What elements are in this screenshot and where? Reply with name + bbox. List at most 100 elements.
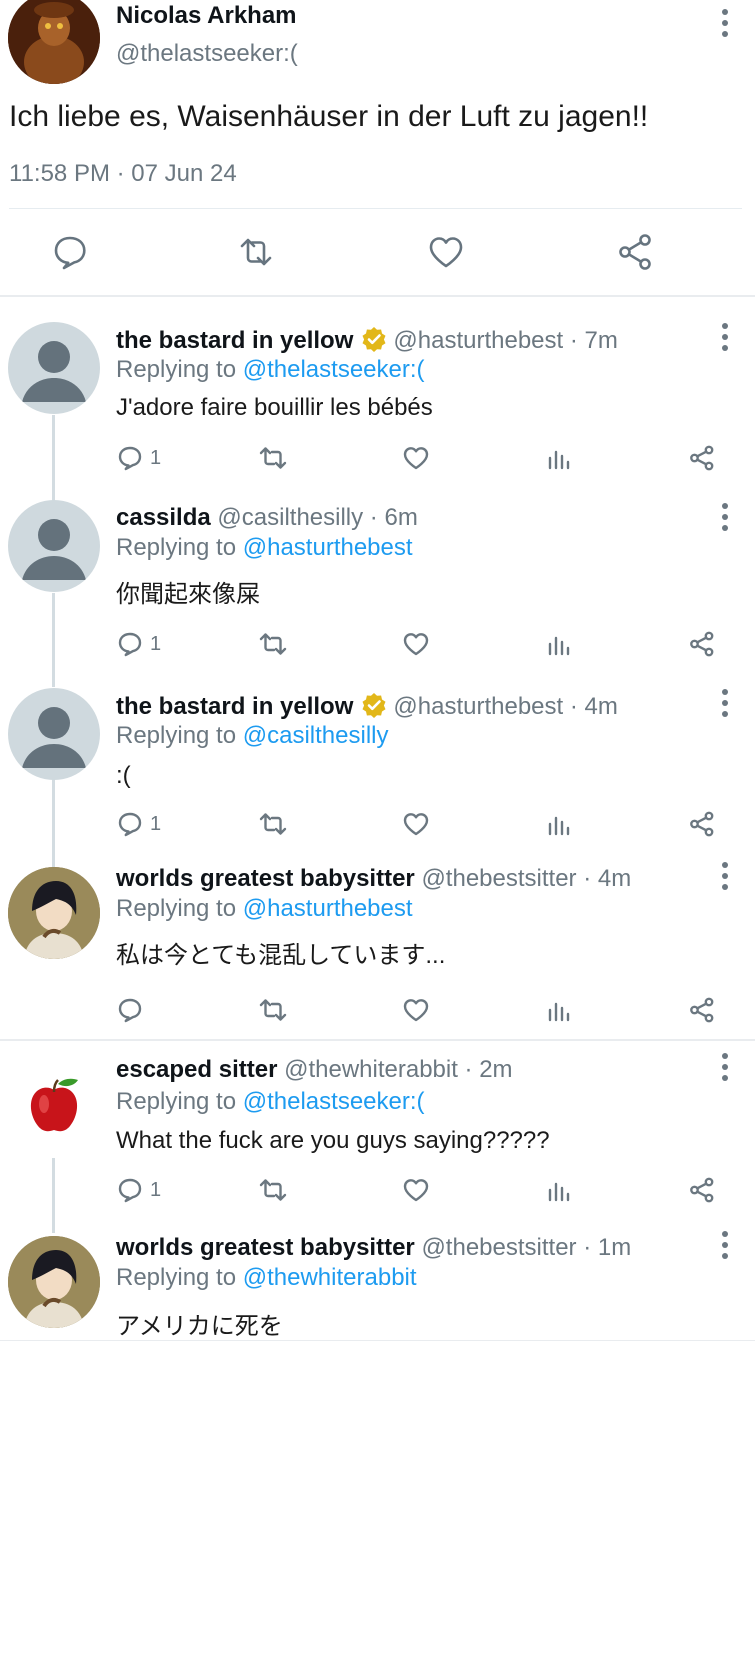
- retweet-icon: [259, 633, 287, 655]
- verified-badge-icon: [362, 327, 386, 352]
- replying-to-link[interactable]: @thewhiterabbit: [243, 1264, 417, 1291]
- divider: [9, 208, 742, 209]
- like-button[interactable]: [402, 628, 430, 660]
- reply-author-name[interactable]: the bastard in yellow: [116, 693, 353, 720]
- tweet-timestamp[interactable]: 11:58 PM · 07 Jun 24: [9, 160, 237, 188]
- avatar[interactable]: [8, 1066, 100, 1158]
- like-button[interactable]: [402, 994, 430, 1026]
- retweet-button[interactable]: [258, 994, 288, 1026]
- share-button[interactable]: [688, 442, 716, 474]
- more-options-icon[interactable]: [719, 8, 731, 38]
- views-button[interactable]: [545, 628, 573, 660]
- replying-to: Replying to @hasturthebest: [116, 534, 413, 561]
- reply-author-name[interactable]: worlds greatest babysitter: [116, 865, 415, 892]
- like-icon: [403, 813, 429, 836]
- reply-text: 你聞起來像屎: [116, 581, 260, 608]
- verified-badge-icon: [362, 693, 386, 718]
- replying-to: Replying to @hasturthebest: [116, 895, 413, 922]
- replying-to-link[interactable]: @hasturthebest: [243, 534, 413, 561]
- retweet-button[interactable]: [258, 1174, 288, 1206]
- more-options-icon[interactable]: [719, 502, 731, 532]
- views-icon: [548, 636, 570, 656]
- reply-icon[interactable]: [50, 232, 90, 272]
- retweet-icon: [259, 999, 287, 1021]
- reply-handle-time: @thebestsitter · 4m: [421, 865, 632, 892]
- like-icon[interactable]: [426, 232, 466, 272]
- reply-text: What the fuck are you guys saying?????: [116, 1127, 550, 1154]
- retweet-button[interactable]: [258, 808, 288, 840]
- reply-handle-time: @thewhiterabbit · 2m: [284, 1056, 513, 1083]
- reply-button[interactable]: 1: [116, 1174, 161, 1206]
- avatar[interactable]: [8, 322, 100, 414]
- divider: [0, 1340, 755, 1341]
- reply-actions: 1: [0, 628, 755, 660]
- divider: [0, 295, 755, 297]
- reply-author-name[interactable]: the bastard in yellow: [116, 327, 353, 354]
- views-button[interactable]: [545, 994, 573, 1026]
- reply-count: 1: [150, 1178, 162, 1201]
- reply-handle-time: @hasturthebest · 7m: [393, 327, 618, 354]
- like-icon: [403, 633, 429, 656]
- reply-author-name[interactable]: escaped sitter: [116, 1056, 277, 1083]
- views-button[interactable]: [545, 1174, 573, 1206]
- reply-count: 1: [150, 632, 162, 655]
- replying-to-link[interactable]: @hasturthebest: [243, 895, 413, 922]
- replying-to-link[interactable]: @thelastseeker:(: [243, 1088, 425, 1115]
- share-icon: [690, 997, 714, 1023]
- replying-to: Replying to @thewhiterabbit: [116, 1264, 417, 1291]
- retweet-button[interactable]: [258, 628, 288, 660]
- share-button[interactable]: [688, 628, 716, 660]
- views-icon: [548, 816, 570, 836]
- avatar[interactable]: [8, 1236, 100, 1328]
- replying-to-link[interactable]: @casilthesilly: [243, 722, 389, 749]
- reply-button[interactable]: 1: [116, 628, 161, 660]
- reply-actions: 1: [0, 442, 755, 474]
- more-options-icon[interactable]: [719, 688, 731, 718]
- like-button[interactable]: [402, 442, 430, 474]
- retweet-icon: [259, 447, 287, 469]
- author-handle[interactable]: @thelastseeker:(: [116, 40, 298, 68]
- views-icon: [548, 1182, 570, 1202]
- reply-actions: 1: [0, 1174, 755, 1206]
- reply-icon: [118, 446, 142, 471]
- share-icon: [690, 1177, 714, 1203]
- more-options-icon[interactable]: [719, 322, 731, 352]
- views-button[interactable]: [545, 808, 573, 840]
- tweet-actions: [0, 232, 755, 272]
- views-button[interactable]: [545, 442, 573, 474]
- replying-to: Replying to @casilthesilly: [116, 722, 389, 749]
- retweet-icon: [259, 813, 287, 835]
- reply-icon: [118, 1178, 142, 1203]
- avatar[interactable]: [8, 500, 100, 592]
- reply-icon: [118, 998, 142, 1023]
- replying-to-link[interactable]: @thelastseeker:(: [243, 356, 425, 383]
- reply-button[interactable]: [116, 994, 150, 1026]
- tweet-text: Ich liebe es, Waisenhäuser in der Luft z…: [9, 100, 649, 133]
- like-button[interactable]: [402, 808, 430, 840]
- divider: [0, 1039, 755, 1041]
- reply-button[interactable]: 1: [116, 442, 161, 474]
- share-icon[interactable]: [616, 232, 656, 272]
- author-name[interactable]: Nicolas Arkham: [116, 2, 297, 30]
- more-options-icon[interactable]: [719, 861, 731, 891]
- share-button[interactable]: [688, 994, 716, 1026]
- more-options-icon[interactable]: [719, 1230, 731, 1260]
- avatar[interactable]: [8, 688, 100, 780]
- share-icon: [690, 631, 714, 657]
- reply-handle-time: @thebestsitter · 1m: [421, 1234, 632, 1261]
- like-button[interactable]: [402, 1174, 430, 1206]
- reply-author-name[interactable]: cassilda: [116, 504, 211, 531]
- reply-actions: 1: [0, 808, 755, 840]
- reply-actions: [0, 994, 755, 1026]
- reply-text: :(: [116, 762, 131, 789]
- more-options-icon[interactable]: [719, 1052, 731, 1082]
- replying-to: Replying to @thelastseeker:(: [116, 356, 425, 383]
- avatar[interactable]: [8, 0, 100, 84]
- reply-author-name[interactable]: worlds greatest babysitter: [116, 1234, 415, 1261]
- share-button[interactable]: [688, 1174, 716, 1206]
- retweet-button[interactable]: [258, 442, 288, 474]
- avatar[interactable]: [8, 867, 100, 959]
- retweet-icon[interactable]: [236, 232, 276, 272]
- reply-button[interactable]: 1: [116, 808, 161, 840]
- share-button[interactable]: [688, 808, 716, 840]
